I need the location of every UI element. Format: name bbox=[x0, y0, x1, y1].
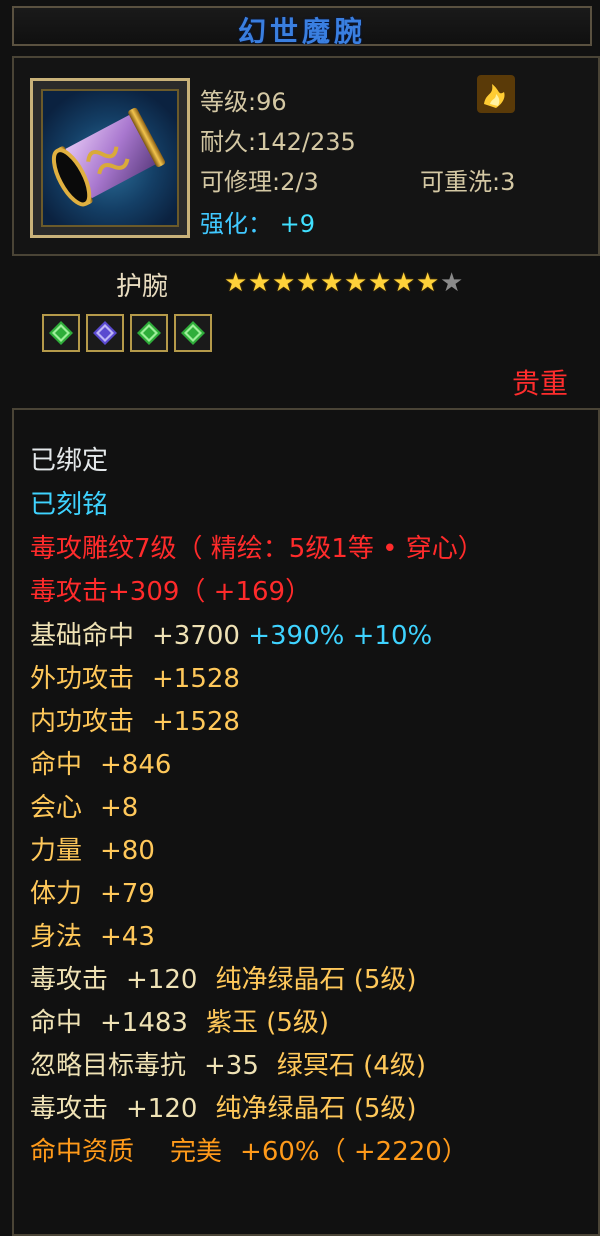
gem1-label: 毒攻击 bbox=[30, 965, 109, 995]
quality-value: +60%（ +2220） bbox=[240, 1137, 468, 1167]
star-filled-icon: ★ bbox=[344, 268, 368, 298]
item-tooltip: 幻世魔腕 等级:96 耐久:142/235 可修理:2/3 可重洗:3 强化： … bbox=[0, 0, 600, 1236]
rewash-line: 可重洗:3 bbox=[420, 168, 516, 196]
quality-grade: 完美 bbox=[170, 1137, 223, 1167]
star-empty-icon: ★ bbox=[440, 268, 464, 298]
durability-line: 耐久:142/235 bbox=[200, 128, 356, 156]
quality-line: 命中资质 完美 +60%（ +2220） bbox=[30, 1131, 468, 1168]
durability-value: 142/235 bbox=[256, 128, 356, 156]
engraved-status: 已刻铭 bbox=[30, 490, 109, 520]
poison-attack-line: 毒攻击+309（ +169） bbox=[30, 577, 312, 607]
base-hit-pct: +390% bbox=[248, 621, 345, 651]
gem-slots bbox=[42, 314, 212, 352]
star-filled-icon: ★ bbox=[224, 268, 248, 298]
hit-value: +846 bbox=[100, 750, 172, 780]
star-filled-icon: ★ bbox=[416, 268, 440, 298]
crit-label: 会心 bbox=[30, 793, 83, 823]
base-hit-label: 基础命中 bbox=[30, 621, 135, 651]
rewash-value: 3 bbox=[500, 168, 516, 196]
vit-label: 体力 bbox=[30, 879, 83, 909]
gem2-label: 命中 bbox=[30, 1008, 83, 1038]
str-value: +80 bbox=[100, 836, 155, 866]
green-gem-icon[interactable] bbox=[42, 314, 80, 352]
gem3-label: 忽略目标毒抗 bbox=[30, 1051, 187, 1081]
agi-value: +43 bbox=[100, 922, 155, 952]
refine-line: 强化： +9 bbox=[200, 204, 315, 239]
carve-line: 毒攻雕纹7级（ 精绘：5级1等 • 穿心） bbox=[30, 534, 484, 564]
crit-value: +8 bbox=[100, 793, 139, 823]
agi-label: 身法 bbox=[30, 922, 83, 952]
level-label: 等级 bbox=[200, 88, 248, 116]
agi-line: 身法 +43 bbox=[30, 916, 155, 953]
level-value: 96 bbox=[256, 88, 287, 116]
gem1-name: 纯净绿晶石 (5级) bbox=[215, 965, 417, 995]
int-attack-label: 内功攻击 bbox=[30, 707, 135, 737]
ext-attack-label: 外功攻击 bbox=[30, 664, 135, 694]
int-attack-value: +1528 bbox=[152, 707, 240, 737]
str-label: 力量 bbox=[30, 836, 83, 866]
hit-line: 命中 +846 bbox=[30, 744, 171, 781]
vit-line: 体力 +79 bbox=[30, 873, 155, 910]
star-rating: ★ ★ ★ ★ ★ ★ ★ ★ ★ ★ bbox=[224, 268, 464, 298]
star-filled-icon: ★ bbox=[248, 268, 272, 298]
purple-gem-icon[interactable] bbox=[86, 314, 124, 352]
gem2-value: +1483 bbox=[100, 1008, 188, 1038]
item-title: 幻世魔腕 bbox=[237, 15, 366, 48]
gem4-value: +120 bbox=[126, 1094, 198, 1124]
item-details: 已绑定 已刻铭 毒攻雕纹7级（ 精绘：5级1等 • 穿心） 毒攻击+309（ +… bbox=[12, 408, 600, 1236]
bound-status: 已绑定 bbox=[30, 446, 109, 476]
item-header: 等级:96 耐久:142/235 可修理:2/3 可重洗:3 强化： +9 bbox=[12, 56, 600, 256]
base-hit-value: +3700 bbox=[152, 621, 240, 651]
quality-label: 命中资质 bbox=[30, 1137, 135, 1167]
durability-label: 耐久 bbox=[200, 128, 248, 156]
slot-section: 护腕 ★ ★ ★ ★ ★ ★ ★ ★ ★ ★ 贵重 bbox=[12, 262, 600, 402]
hit-label: 命中 bbox=[30, 750, 83, 780]
gem1-line: 毒攻击 +120 纯净绿晶石 (5级) bbox=[30, 959, 417, 996]
gem4-label: 毒攻击 bbox=[30, 1094, 109, 1124]
refine-label: 强化： bbox=[200, 210, 272, 238]
star-filled-icon: ★ bbox=[368, 268, 392, 298]
int-attack-line: 内功攻击 +1528 bbox=[30, 701, 240, 738]
repair-value: 2/3 bbox=[280, 168, 319, 196]
gem3-name: 绿冥石 (4级) bbox=[276, 1051, 426, 1081]
repair-label: 可修理 bbox=[200, 168, 272, 196]
ext-attack-line: 外功攻击 +1528 bbox=[30, 658, 240, 695]
vit-value: +79 bbox=[100, 879, 155, 909]
title-bar: 幻世魔腕 bbox=[12, 6, 592, 48]
repair-line: 可修理:2/3 bbox=[200, 168, 319, 196]
gem3-value: +35 bbox=[204, 1051, 259, 1081]
gem4-line: 毒攻击 +120 纯净绿晶石 (5级) bbox=[30, 1088, 417, 1125]
star-filled-icon: ★ bbox=[320, 268, 344, 298]
fire-icon bbox=[476, 74, 516, 114]
gem2-name: 紫玉 (5级) bbox=[205, 1008, 330, 1038]
gem3-line: 忽略目标毒抗 +35 绿冥石 (4级) bbox=[30, 1045, 426, 1082]
base-hit-pct2: +10% bbox=[352, 621, 433, 651]
gem2-line: 命中 +1483 紫玉 (5级) bbox=[30, 1002, 329, 1039]
rewash-label: 可重洗 bbox=[420, 168, 492, 196]
star-filled-icon: ★ bbox=[296, 268, 320, 298]
green-gem-icon[interactable] bbox=[130, 314, 168, 352]
star-filled-icon: ★ bbox=[272, 268, 296, 298]
slot-name: 护腕 bbox=[116, 272, 169, 302]
green-gem-icon[interactable] bbox=[174, 314, 212, 352]
level-line: 等级:96 bbox=[200, 88, 287, 116]
gem4-name: 纯净绿晶石 (5级) bbox=[215, 1094, 417, 1124]
ext-attack-value: +1528 bbox=[152, 664, 240, 694]
wristguard-icon[interactable] bbox=[30, 78, 190, 238]
crit-line: 会心 +8 bbox=[30, 787, 138, 824]
refine-value: +9 bbox=[279, 210, 316, 238]
rarity-label: 贵重 bbox=[511, 367, 568, 400]
base-hit-line: 基础命中 +3700 +390% +10% bbox=[30, 615, 432, 652]
str-line: 力量 +80 bbox=[30, 830, 155, 867]
gem1-value: +120 bbox=[126, 965, 198, 995]
star-filled-icon: ★ bbox=[392, 268, 416, 298]
